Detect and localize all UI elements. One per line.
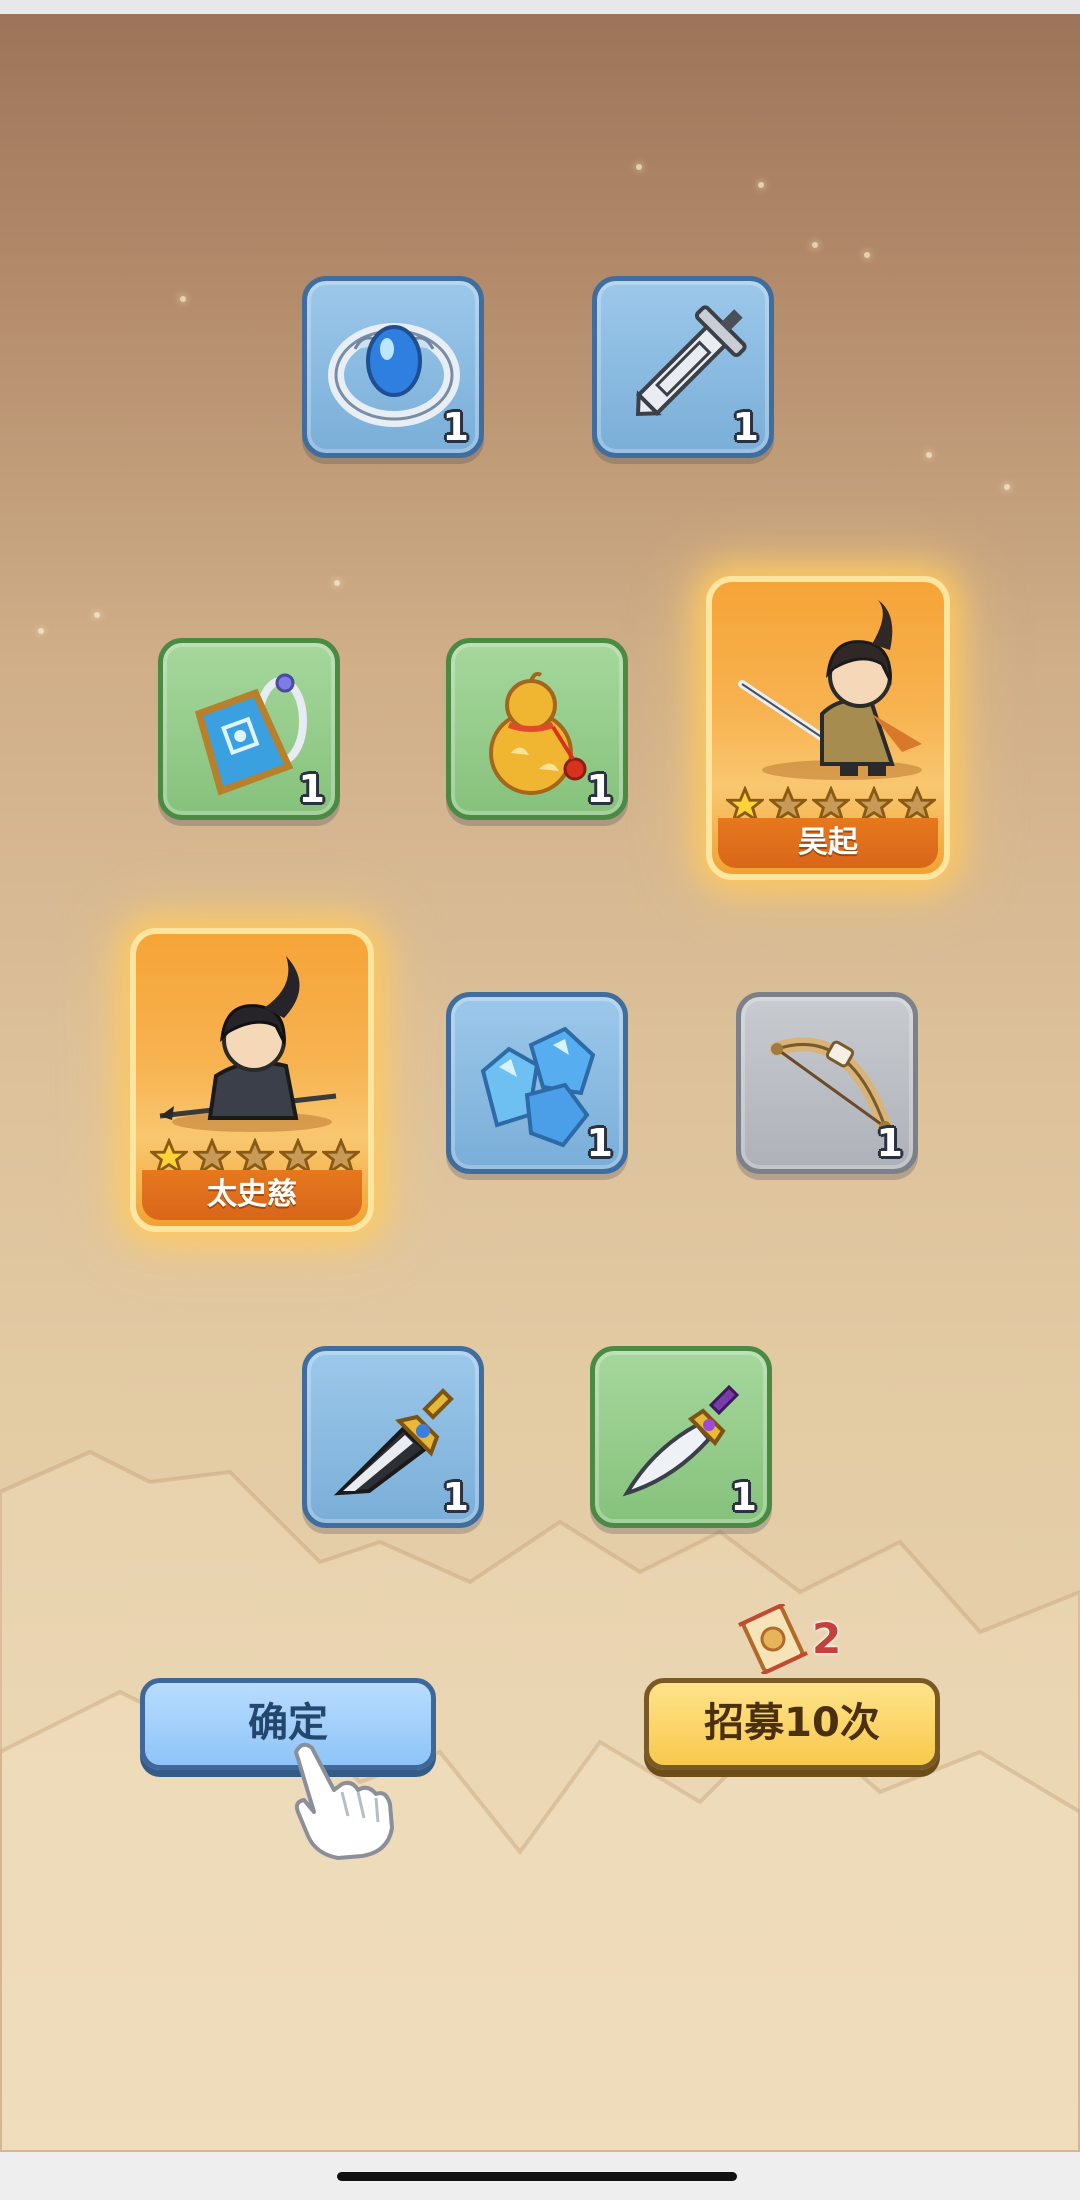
reward-item-ring[interactable]: 1 — [302, 276, 484, 458]
sparkle — [38, 628, 44, 634]
sparkle — [334, 580, 340, 586]
reward-item-broadsword[interactable]: 1 — [302, 1346, 484, 1528]
reward-item-dagger[interactable]: 1 — [590, 1346, 772, 1528]
status-bar — [0, 0, 1080, 14]
item-count: 1 — [732, 405, 759, 449]
reward-item-crystals[interactable]: 1 — [446, 992, 628, 1174]
reward-item-token[interactable]: 1 — [158, 638, 340, 820]
reward-item-gourd[interactable]: 1 — [446, 638, 628, 820]
item-count: 1 — [586, 1121, 613, 1165]
item-count: 1 — [730, 1475, 757, 1519]
reward-scene: 1 1 1 1 吴起 太史慈 1 1 1 1 2 确定 招募10次 — [0, 14, 1080, 2152]
hero-portrait-icon — [738, 600, 922, 780]
sparkle — [758, 182, 764, 188]
hero-card-taishici[interactable]: 太史慈 — [130, 928, 374, 1232]
sparkle — [94, 612, 100, 618]
item-count: 1 — [298, 767, 325, 811]
recruit-scroll-icon — [738, 1604, 808, 1674]
reward-item-bow[interactable]: 1 — [736, 992, 918, 1174]
hero-portrait-icon — [159, 956, 337, 1132]
hero-name: 太史慈 — [142, 1170, 362, 1220]
item-count: 1 — [442, 1475, 469, 1519]
home-indicator[interactable] — [337, 2172, 737, 2181]
item-count: 1 — [442, 405, 469, 449]
recruit-cost-value: 2 — [812, 1614, 842, 1663]
sparkle — [1004, 484, 1010, 490]
hero-name: 吴起 — [718, 818, 938, 868]
sparkle — [180, 296, 186, 302]
item-count: 1 — [876, 1121, 903, 1165]
recruit-cost: 2 — [738, 1604, 858, 1676]
sparkle — [636, 164, 642, 170]
reward-item-sword[interactable]: 1 — [592, 276, 774, 458]
recruit-10-button[interactable]: 招募10次 — [644, 1678, 940, 1770]
item-count: 1 — [586, 767, 613, 811]
tutorial-hand-pointer-icon — [294, 1742, 394, 1860]
sparkle — [812, 242, 818, 248]
sparkle — [864, 252, 870, 258]
sparkle — [926, 452, 932, 458]
hero-card-wuqi[interactable]: 吴起 — [706, 576, 950, 880]
